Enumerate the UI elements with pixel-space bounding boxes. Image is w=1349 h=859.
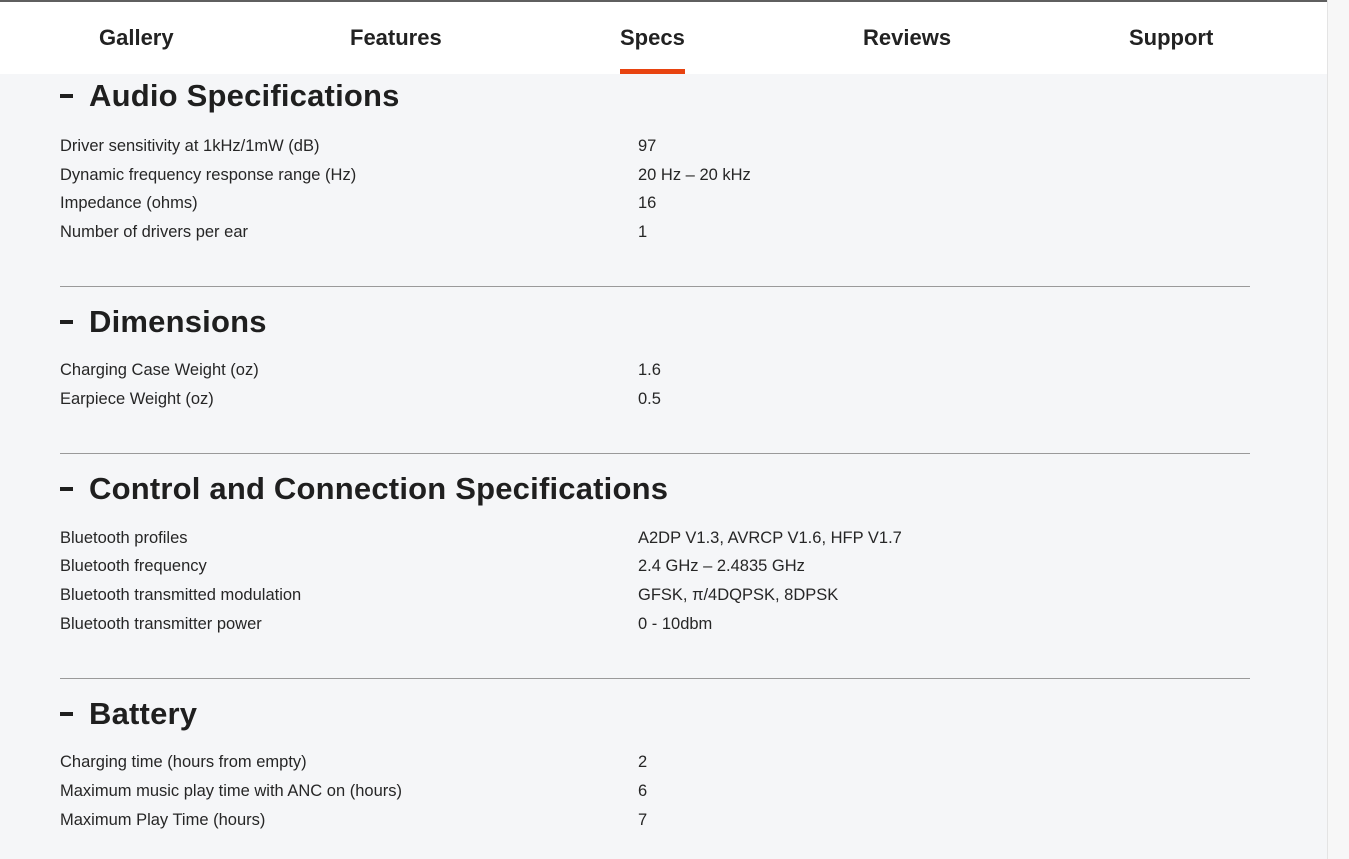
spec-value: 97 — [638, 137, 657, 155]
spec-value: 7 — [638, 811, 648, 829]
section-divider — [60, 286, 1250, 287]
scrollbar[interactable] — [1327, 0, 1349, 859]
tab-support[interactable]: Support — [1129, 2, 1213, 74]
tab-features-label: Features — [350, 25, 442, 50]
section-title: Control and Connection Specifications — [89, 471, 669, 506]
section-header-control-connection[interactable]: Control and Connection Specifications — [60, 467, 668, 511]
section-title: Dimensions — [89, 304, 267, 339]
active-tab-indicator — [620, 69, 685, 74]
tab-support-label: Support — [1129, 25, 1214, 50]
spec-label: Driver sensitivity at 1kHz/1mW (dB) — [60, 137, 320, 155]
section-header-audio[interactable]: Audio Specifications — [60, 74, 400, 118]
spec-label: Dynamic frequency response range (Hz) — [60, 166, 357, 184]
spec-label: Impedance (ohms) — [60, 194, 198, 212]
tab-gallery-label: Gallery — [99, 25, 174, 50]
spec-value: 20 Hz – 20 kHz — [638, 166, 751, 184]
spec-label: Bluetooth transmitted modulation — [60, 586, 302, 604]
spec-value: 1 — [638, 223, 648, 241]
tab-features[interactable]: Features — [350, 2, 442, 74]
product-tab-bar: Gallery Features Specs Reviews Support — [0, 2, 1327, 74]
tab-reviews[interactable]: Reviews — [863, 2, 951, 74]
tab-specs-label: Specs — [620, 25, 685, 50]
minus-icon — [60, 320, 73, 324]
section-header-dimensions[interactable]: Dimensions — [60, 300, 267, 344]
tab-specs[interactable]: Specs — [620, 2, 685, 74]
spec-label: Bluetooth transmitter power — [60, 615, 262, 633]
tab-gallery[interactable]: Gallery — [99, 2, 174, 74]
section-title: Battery — [89, 696, 198, 731]
section-divider — [60, 453, 1250, 454]
spec-label: Charging Case Weight (oz) — [60, 361, 259, 379]
spec-value: A2DP V1.3, AVRCP V1.6, HFP V1.7 — [638, 529, 902, 547]
spec-label: Maximum music play time with ANC on (hou… — [60, 782, 403, 800]
spec-value: 6 — [638, 782, 648, 800]
spec-value: 0 - 10dbm — [638, 615, 713, 633]
minus-icon — [60, 94, 73, 98]
spec-label: Number of drivers per ear — [60, 223, 248, 241]
spec-label: Earpiece Weight (oz) — [60, 390, 214, 408]
spec-value: GFSK, π/4DQPSK, 8DPSK — [638, 586, 839, 604]
minus-icon — [60, 712, 73, 716]
spec-value: 2 — [638, 753, 648, 771]
spec-label: Bluetooth profiles — [60, 529, 188, 547]
minus-icon — [60, 487, 73, 491]
section-title: Audio Specifications — [89, 78, 400, 113]
spec-label: Charging time (hours from empty) — [60, 753, 307, 771]
spec-label: Bluetooth frequency — [60, 557, 207, 575]
spec-value: 16 — [638, 194, 657, 212]
tab-reviews-label: Reviews — [863, 25, 952, 50]
section-header-battery[interactable]: Battery — [60, 692, 197, 736]
spec-value: 0.5 — [638, 390, 661, 408]
spec-value: 2.4 GHz – 2.4835 GHz — [638, 557, 805, 575]
section-divider — [60, 678, 1250, 679]
spec-label: Maximum Play Time (hours) — [60, 811, 266, 829]
spec-value: 1.6 — [638, 361, 661, 379]
